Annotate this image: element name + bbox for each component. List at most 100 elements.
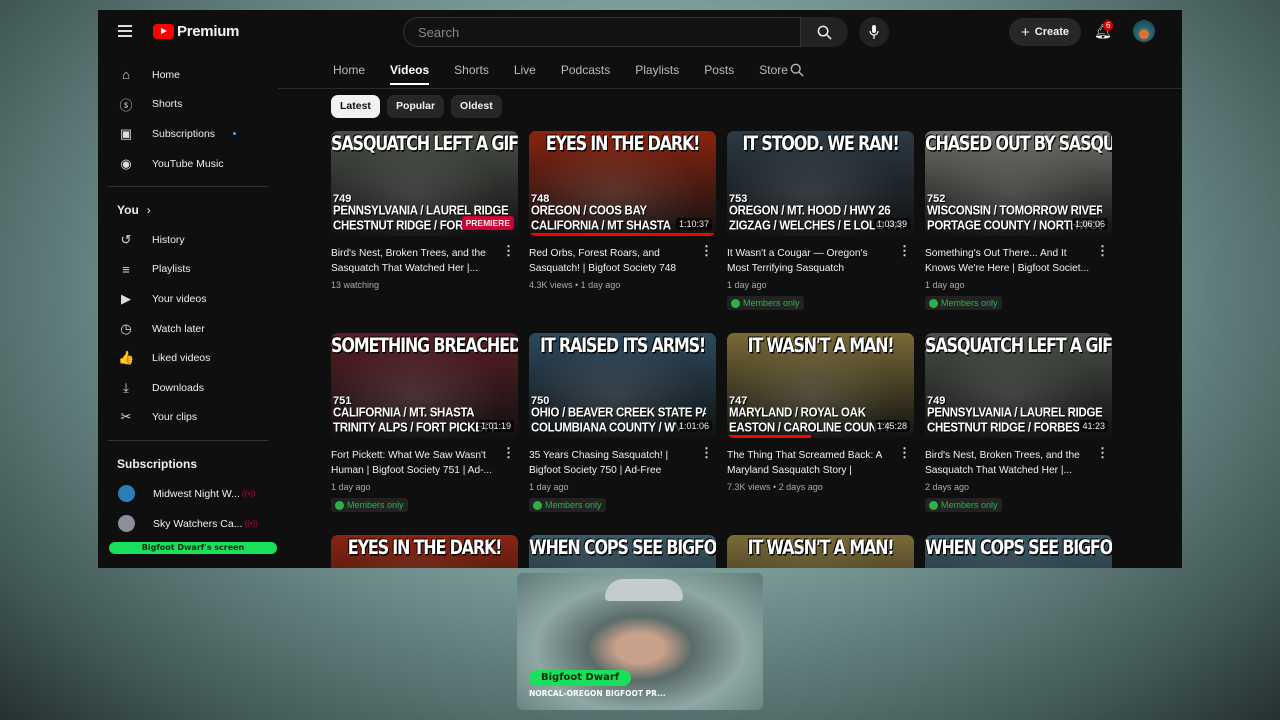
video-meta: 1 day ago xyxy=(925,280,965,290)
video-thumbnail[interactable]: IT STOOD. WE RAN! 753 OREGON / MT. HOOD / … xyxy=(727,131,914,236)
tab-playlists[interactable]: Playlists xyxy=(635,63,679,85)
video-card[interactable]: SASQUATCH LEFT A GIFT! 749 PENNSYLVANIA / … xyxy=(925,333,1112,535)
video-duration: 1:03:39 xyxy=(873,218,910,230)
video-title[interactable]: 35 Years Chasing Sasquatch! | Bigfoot So… xyxy=(529,448,694,478)
channel-name: Sky Watchers Ca... xyxy=(153,517,243,530)
members-only-badge: Members only xyxy=(925,296,1002,310)
sidebar-item-downloads[interactable]: ⤓ Downloads xyxy=(98,373,278,403)
sidebar-you-header[interactable]: You › xyxy=(98,195,278,225)
chip-latest[interactable]: Latest xyxy=(331,95,380,118)
divider xyxy=(108,186,268,188)
more-options-icon[interactable]: ⋮ xyxy=(898,445,911,461)
video-thumbnail[interactable]: EYES IN THE DARK! 748 OREGON / COOS BAY CAL… xyxy=(529,131,716,236)
video-card[interactable]: CHASED OUT BY SASQUATCH!752WISCONSIN / T… xyxy=(925,131,1112,333)
video-thumbnail[interactable]: SASQUATCH LEFT A GIFT! 749 PENNSYLVANIA / … xyxy=(925,333,1112,438)
sidebar-item-subscriptions[interactable]: ▣ Subscriptions xyxy=(98,119,278,149)
video-thumbnail[interactable]: IT WASN'T A MAN! 747 MARYLAND / ROYAL OAK E… xyxy=(727,333,914,438)
video-thumbnail[interactable]: WHEN COPS SEE BIGFOOT. xyxy=(925,535,1112,568)
more-options-icon[interactable]: ⋮ xyxy=(700,445,713,461)
sidebar-item-watch-later[interactable]: ◷ Watch later xyxy=(98,314,278,344)
chevron-right-icon: › xyxy=(146,203,151,218)
search-input[interactable]: Search xyxy=(403,17,801,47)
sidebar-item-your-clips[interactable]: ✂ Your clips xyxy=(98,403,278,433)
sidebar-item-shorts[interactable]: ⓢ Shorts xyxy=(98,90,278,120)
video-card[interactable]: WHEN COPS SEE BIGFOOT. xyxy=(925,535,1112,568)
video-card[interactable]: IT WASN'T A MAN! 747 MARYLAND / ROYAL OAK E… xyxy=(727,333,914,535)
thumbnail-headline: EYES IN THE DARK! xyxy=(545,132,701,155)
sidebar-item-playlists[interactable]: ≡ Playlists xyxy=(98,255,278,285)
sidebar-item-history[interactable]: ↺ History xyxy=(98,225,278,255)
divider xyxy=(278,88,1182,89)
more-options-icon[interactable]: ⋮ xyxy=(1096,445,1109,461)
video-thumbnail[interactable]: EYES IN THE DARK! xyxy=(331,535,518,568)
tab-live[interactable]: Live xyxy=(514,63,536,85)
video-title[interactable]: It Wasn't a Cougar — Oregon's Most Terri… xyxy=(727,246,892,276)
video-card[interactable]: EYES IN THE DARK! xyxy=(331,535,518,568)
video-title[interactable]: Something's Out There... And It Knows We… xyxy=(925,246,1090,276)
more-options-icon[interactable]: ⋮ xyxy=(1096,243,1109,259)
tab-podcasts[interactable]: Podcasts xyxy=(561,63,610,85)
sidebar-item-home[interactable]: ⌂ Home xyxy=(98,60,278,90)
playlists-icon: ≡ xyxy=(122,261,130,277)
video-thumbnail[interactable]: IT WASN'T A MAN! xyxy=(727,535,914,568)
video-card[interactable]: IT STOOD. WE RAN! 753 OREGON / MT. HOOD / … xyxy=(727,131,914,333)
tab-store[interactable]: Store xyxy=(759,63,788,85)
voice-search-button[interactable] xyxy=(859,17,889,47)
sidebar-item-youtube-music[interactable]: ◉ YouTube Music xyxy=(98,149,278,179)
video-card[interactable]: SASQUATCH LEFT A GIFT! 749 PENNSYLVANIA / … xyxy=(331,131,518,333)
members-icon xyxy=(731,298,740,308)
microphone-icon xyxy=(869,25,879,39)
create-button[interactable]: + Create xyxy=(1009,18,1081,46)
members-label: Members only xyxy=(347,500,404,510)
create-label: Create xyxy=(1034,26,1069,38)
video-card[interactable]: IT WASN'T A MAN! xyxy=(727,535,914,568)
video-duration: 1:45:28 xyxy=(873,420,910,432)
account-avatar[interactable] xyxy=(1133,20,1155,42)
more-options-icon[interactable]: ⋮ xyxy=(502,243,515,259)
sidebar-item-label: History xyxy=(152,233,185,246)
subscription-item[interactable]: Sky Watchers Ca... ((•)) xyxy=(98,509,278,539)
video-card[interactable]: SOMETHING BREACHED THE PERIMETER!751CALI… xyxy=(331,333,518,535)
video-card[interactable]: EYES IN THE DARK! 748 OREGON / COOS BAY CAL… xyxy=(529,131,716,333)
video-card[interactable]: WHEN COPS SEE BIGFOOT. xyxy=(529,535,716,568)
video-title[interactable]: The Thing That Screamed Back: A Maryland… xyxy=(727,448,892,478)
video-thumbnail[interactable]: SOMETHING BREACHED THE PERIMETER!751CALI… xyxy=(331,333,518,438)
video-title[interactable]: Bird's Nest, Broken Trees, and the Sasqu… xyxy=(925,448,1090,478)
more-options-icon[interactable]: ⋮ xyxy=(502,445,515,461)
video-meta: 13 watching xyxy=(331,280,380,290)
video-card[interactable]: IT RAISED ITS ARMS! 750 OHIO / BEAVER CREE… xyxy=(529,333,716,535)
channel-search-icon[interactable] xyxy=(790,63,804,77)
video-title[interactable]: Fort Pickett: What We Saw Wasn't Human |… xyxy=(331,448,496,478)
tab-videos[interactable]: Videos xyxy=(390,63,430,85)
sidebar-item-label: Shorts xyxy=(152,98,183,111)
watch-progress-bar xyxy=(727,435,812,438)
video-thumbnail[interactable]: IT RAISED ITS ARMS! 750 OHIO / BEAVER CREE… xyxy=(529,333,716,438)
tab-shorts[interactable]: Shorts xyxy=(454,63,489,85)
video-thumbnail[interactable]: WHEN COPS SEE BIGFOOT. xyxy=(529,535,716,568)
webcam-overlay: Bigfoot Dwarf NORCAL-OREGON BIGFOOT PR..… xyxy=(517,573,763,710)
more-options-icon[interactable]: ⋮ xyxy=(700,243,713,259)
sidebar-item-label: Liked videos xyxy=(152,352,211,365)
video-title[interactable]: Red Orbs, Forest Roars, and Sasquatch! |… xyxy=(529,246,694,276)
youtube-premium-logo[interactable]: Premium xyxy=(153,23,239,40)
sidebar-item-liked-videos[interactable]: 👍 Liked videos xyxy=(98,343,278,373)
more-options-icon[interactable]: ⋮ xyxy=(898,243,911,259)
sidebar-item-your-videos[interactable]: ▶ Your videos xyxy=(98,284,278,314)
video-thumbnail[interactable]: SASQUATCH LEFT A GIFT! 749 PENNSYLVANIA / … xyxy=(331,131,518,236)
youtube-music-icon: ◉ xyxy=(120,155,132,171)
menu-icon[interactable] xyxy=(118,25,132,40)
tab-posts[interactable]: Posts xyxy=(704,63,734,85)
chip-popular[interactable]: Popular xyxy=(386,95,445,118)
video-thumbnail[interactable]: CHASED OUT BY SASQUATCH!752WISCONSIN / T… xyxy=(925,131,1112,236)
subscription-item[interactable]: Midwest Night W... ((•)) xyxy=(98,479,278,509)
search-button[interactable] xyxy=(801,17,848,47)
members-label: Members only xyxy=(545,500,602,510)
sort-chips: Latest Popular Oldest xyxy=(331,95,502,118)
chip-oldest[interactable]: Oldest xyxy=(451,95,502,118)
thumbnail-headline: SASQUATCH LEFT A GIFT! xyxy=(925,334,1112,357)
sidebar: ⌂ Home ⓢ Shorts ▣ Subscriptions ◉ YouTube Music… xyxy=(98,60,278,538)
thumbnail-headline: CHASED OUT BY SASQUATCH! xyxy=(925,132,1112,155)
tab-home[interactable]: Home xyxy=(333,63,365,85)
video-meta: 2 days ago xyxy=(925,482,970,492)
video-title[interactable]: Bird's Nest, Broken Trees, and the Sasqu… xyxy=(331,246,496,276)
